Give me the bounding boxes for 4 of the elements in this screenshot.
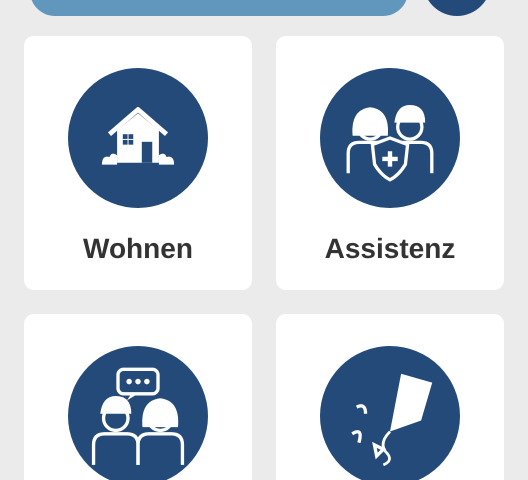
card-label: Wohnen: [83, 232, 193, 266]
category-card[interactable]: Wohnen: [24, 36, 252, 290]
card-label: Assistenz: [324, 232, 456, 266]
category-card[interactable]: Assistenz: [276, 36, 504, 290]
